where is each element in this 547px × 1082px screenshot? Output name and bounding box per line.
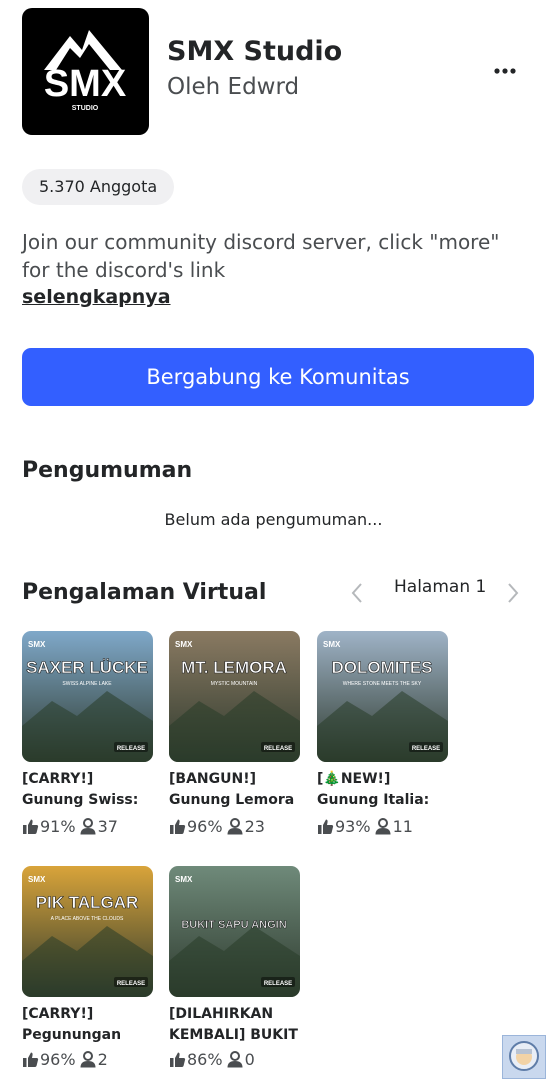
rating-value: 86% [187, 1050, 223, 1069]
experiences-heading: Pengalaman Virtual [22, 580, 267, 605]
players-icon [375, 818, 391, 835]
svg-text:SMX: SMX [175, 875, 193, 884]
experience-thumbnail: SMX SAXER LÜCKE SWISS ALPINE LAKE RELEAS… [22, 631, 153, 762]
thumbnail-title: SAXER LÜCKE [26, 658, 148, 677]
floating-helper-button[interactable] [502, 1035, 546, 1079]
thumbnail-title: MT. LEMORA [181, 658, 287, 677]
svg-text:SMX: SMX [175, 640, 193, 649]
experience-stats: 93% 11 [317, 817, 413, 836]
experience-card[interactable]: SMX MT. LEMORA MYSTIC MOUNTAIN RELEASE [… [169, 631, 300, 836]
players-icon [80, 818, 96, 835]
release-badge: RELEASE [264, 746, 292, 752]
member-count-badge: 5.370 Anggota [22, 169, 175, 205]
svg-text:SMX: SMX [28, 640, 46, 649]
experience-card[interactable]: SMX SAXER LÜCKE SWISS ALPINE LAKE RELEAS… [22, 631, 153, 836]
announcements-heading: Pengumuman [22, 458, 193, 483]
group-description: Join our community discord server, click… [22, 230, 500, 282]
avatar-icon [509, 1041, 539, 1071]
thumbs-up-icon [170, 1052, 186, 1067]
experience-stats: 91% 37 [22, 817, 118, 836]
thumbs-up-icon [170, 819, 186, 834]
experience-stats: 86% 0 [169, 1050, 255, 1069]
player-count: 2 [97, 1050, 108, 1069]
previous-page-button[interactable] [346, 580, 368, 606]
release-badge: RELEASE [264, 981, 292, 987]
thumbs-up-icon [318, 819, 334, 834]
players-icon [80, 1051, 96, 1068]
experience-stats: 96% 23 [169, 817, 265, 836]
player-count: 11 [392, 817, 413, 836]
page-indicator: Halaman 1 [394, 577, 487, 597]
thumbs-up-icon [23, 819, 39, 834]
experience-thumbnail: SMX MT. LEMORA MYSTIC MOUNTAIN RELEASE [169, 631, 300, 762]
group-name: SMX Studio [167, 36, 343, 67]
more-options-button[interactable] [490, 60, 520, 82]
thumbnail-subtitle: A PLACE ABOVE THE CLOUDS [51, 916, 124, 922]
svg-text:SMX: SMX [28, 875, 46, 884]
svg-text:SMX: SMX [323, 640, 341, 649]
experience-title: [DILAHIRKAN KEMBALI] BUKIT SAPU ANGIN [169, 1006, 298, 1043]
logo-text: SMX [44, 63, 127, 105]
experience-title: [🎄NEW!] Gunung Italia: Dolomites [317, 771, 430, 808]
rating-value: 93% [335, 817, 371, 836]
rating-value: 96% [40, 1050, 76, 1069]
player-count: 37 [97, 817, 118, 836]
thumbnail-title: BUKIT SAPU ANGIN [181, 919, 286, 931]
experience-title: [CARRY!] Gunung Swiss: Saxer Lücke [22, 771, 139, 808]
experience-card[interactable]: SMX PIK TALGAR A PLACE ABOVE THE CLOUDS … [22, 866, 153, 1069]
rating-value: 96% [187, 817, 223, 836]
thumbnail-title: PIK TALGAR [36, 893, 139, 912]
show-more-link[interactable]: selengkapnya [22, 286, 171, 308]
announcements-empty-text: Belum ada pengumuman... [164, 510, 383, 529]
player-count: 0 [244, 1050, 255, 1069]
experience-card[interactable]: SMX DOLOMITES WHERE STONE MEETS THE SKY … [317, 631, 448, 836]
experience-title: [CARRY!] Pegunungan Kazakhstan: Pik Talg… [22, 1006, 122, 1043]
experience-thumbnail: SMX PIK TALGAR A PLACE ABOVE THE CLOUDS … [22, 866, 153, 997]
release-badge: RELEASE [117, 981, 145, 987]
rating-value: 91% [40, 817, 76, 836]
experience-stats: 96% 2 [22, 1050, 108, 1069]
group-logo: SMX STUDIO [22, 8, 149, 135]
experience-card[interactable]: SMX BUKIT SAPU ANGIN RELEASE [DILAHIRKAN… [169, 866, 300, 1069]
experience-title: [BANGUN!] Gunung Lemora [169, 771, 295, 808]
group-owner: Oleh Edwrd [167, 74, 300, 100]
experience-thumbnail: SMX BUKIT SAPU ANGIN RELEASE [169, 866, 300, 997]
thumbnail-subtitle: WHERE STONE MEETS THE SKY [343, 681, 422, 687]
players-icon [227, 818, 243, 835]
thumbnail-title: DOLOMITES [331, 658, 432, 677]
player-count: 23 [244, 817, 265, 836]
next-page-button[interactable] [502, 580, 524, 606]
release-badge: RELEASE [117, 746, 145, 752]
players-icon [227, 1051, 243, 1068]
ellipsis-icon [494, 68, 516, 74]
thumbs-up-icon [23, 1052, 39, 1067]
chevron-left-icon [351, 583, 362, 603]
thumbnail-subtitle: MYSTIC MOUNTAIN [211, 681, 258, 687]
chevron-right-icon [508, 583, 519, 603]
mountain-logo-icon: SMX STUDIO [44, 30, 127, 112]
release-badge: RELEASE [412, 746, 440, 752]
logo-subtext: STUDIO [72, 105, 99, 112]
join-community-button[interactable]: Bergabung ke Komunitas [22, 348, 534, 406]
experience-thumbnail: SMX DOLOMITES WHERE STONE MEETS THE SKY … [317, 631, 448, 762]
thumbnail-subtitle: SWISS ALPINE LAKE [62, 681, 112, 687]
